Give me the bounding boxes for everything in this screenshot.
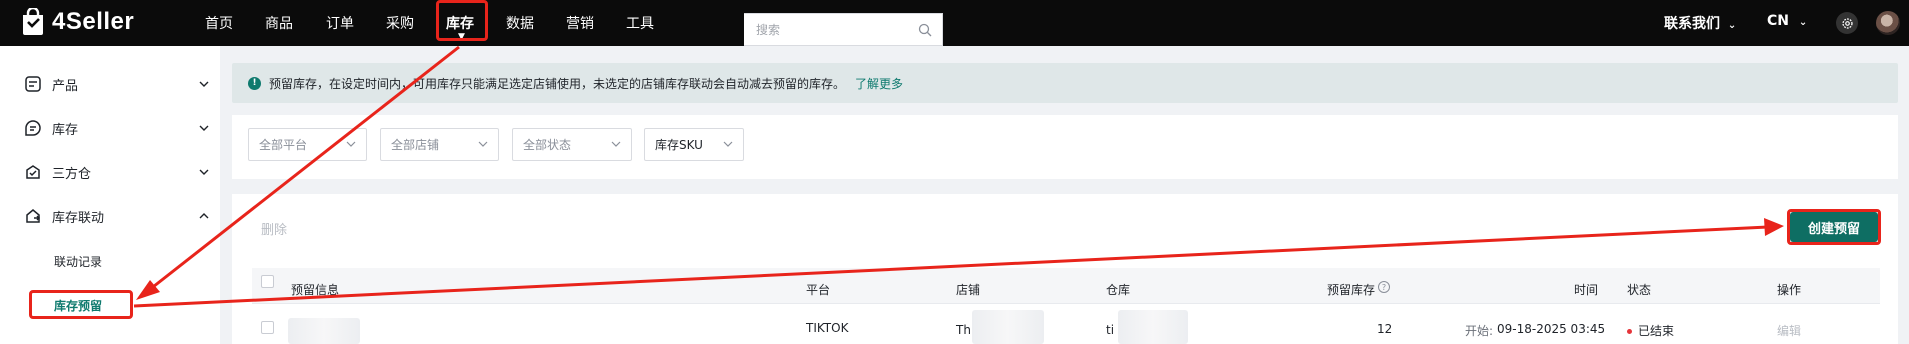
sku-type-select[interactable]: 库存SKU <box>644 128 744 161</box>
row-status-label: 已结束 <box>1638 324 1675 338</box>
annotation-highlight-sidebar-reservation <box>29 290 133 319</box>
sidebar-item-inventory-sync[interactable]: 库存联动 <box>24 204 210 228</box>
warehouse-icon <box>26 165 40 179</box>
column-header-actions: 操作 <box>1777 283 1802 297</box>
inventory-icon <box>25 120 41 136</box>
sidebar-item-label: 三方仓 <box>52 166 92 182</box>
user-avatar[interactable] <box>1876 11 1900 35</box>
info-notice: ! 预留库存，在设定时间内，可用库存只能满足选定店铺使用，未选定的店铺库存联动会… <box>232 63 1898 103</box>
chevron-down-icon: ⌄ <box>1798 17 1808 28</box>
annotation-highlight-create-button <box>1787 209 1881 245</box>
nav-products[interactable]: 商品 <box>265 13 293 33</box>
chevron-down-icon <box>199 169 209 175</box>
brand-name: 4Seller <box>52 8 135 35</box>
sync-icon <box>26 209 40 223</box>
sidebar-item-label: 库存联动 <box>52 210 105 226</box>
nav-data[interactable]: 数据 <box>506 13 534 33</box>
platform-select[interactable]: 全部平台 <box>248 128 367 161</box>
nav-orders[interactable]: 订单 <box>326 13 354 33</box>
select-all-checkbox[interactable] <box>261 275 274 288</box>
row-start-time: 09-18-2025 03:45 <box>1497 322 1606 336</box>
column-header-reserved-stock: 预留库存 <box>1327 283 1376 297</box>
chevron-down-icon <box>199 81 209 87</box>
filter-bar: 全部平台 全部店铺 全部状态 库存SKU <box>232 115 1898 179</box>
delete-button[interactable]: 删除 <box>261 219 287 238</box>
notice-text: 预留库存，在设定时间内，可用库存只能满足选定店铺使用，未选定的店铺库存联动会自动… <box>269 76 846 91</box>
chevron-down-icon: ⌄ <box>1727 20 1737 31</box>
row-edit-link[interactable]: 编辑 <box>1777 322 1801 339</box>
info-icon: ! <box>248 76 261 90</box>
status-dot <box>1627 329 1632 334</box>
row-warehouse: ti <box>1106 323 1115 337</box>
sidebar-item-label: 产品 <box>52 78 79 94</box>
status-select-value: 全部状态 <box>523 138 572 152</box>
chevron-down-icon <box>346 141 356 147</box>
redacted-warehouse-name <box>1118 310 1188 344</box>
redacted-reservation-info <box>288 318 360 344</box>
search-input[interactable] <box>756 22 906 37</box>
help-circle-icon[interactable]: ? <box>1378 281 1390 293</box>
sidebar-item-label: 库存 <box>52 122 79 138</box>
column-header-warehouse: 仓库 <box>1106 283 1131 297</box>
top-nav-bar: 4Seller 首页 商品 订单 采购 库存 ▼ 数据 营销 工具 联系我们 ⌄… <box>0 0 1909 46</box>
settings-button[interactable] <box>1836 12 1858 34</box>
column-header-platform: 平台 <box>806 283 831 297</box>
gear-icon <box>1841 17 1853 29</box>
learn-more-link[interactable]: 了解更多 <box>855 75 903 92</box>
column-header-store: 店铺 <box>956 283 981 297</box>
chevron-down-icon <box>199 125 209 131</box>
sidebar-item-inventory[interactable]: 库存 <box>24 116 210 140</box>
row-reserved-stock: 12 <box>1377 322 1393 336</box>
contact-us-menu[interactable]: 联系我们 ⌄ <box>1664 13 1736 33</box>
nav-marketing[interactable]: 营销 <box>566 13 594 33</box>
search-icon[interactable] <box>918 23 932 37</box>
product-icon <box>25 76 41 92</box>
sidebar-item-third-party-warehouse[interactable]: 三方仓 <box>24 160 210 184</box>
column-header-info: 预留信息 <box>291 283 340 297</box>
nav-purchase[interactable]: 采购 <box>386 13 414 33</box>
sidebar-sub-item-sync-records[interactable]: 联动记录 <box>54 253 102 270</box>
status-select[interactable]: 全部状态 <box>512 128 632 161</box>
redacted-store-name <box>972 310 1044 344</box>
sidebar-item-products[interactable]: 产品 <box>24 72 210 96</box>
platform-select-value: 全部平台 <box>259 138 308 152</box>
language-menu[interactable]: CN ⌄ <box>1767 13 1807 29</box>
logo-bag-icon <box>23 8 43 35</box>
brand-logo[interactable]: 4Seller <box>20 8 134 36</box>
nav-home[interactable]: 首页 <box>205 13 233 33</box>
chevron-down-icon <box>478 141 488 147</box>
nav-tools[interactable]: 工具 <box>626 13 654 33</box>
store-select[interactable]: 全部店铺 <box>380 128 499 161</box>
annotation-highlight-nav-inventory <box>436 0 488 41</box>
row-platform: TIKTOK <box>806 321 849 335</box>
sku-type-select-value: 库存SKU <box>655 138 703 152</box>
language-label: CN <box>1767 13 1789 29</box>
row-status: 已结束 <box>1627 322 1674 339</box>
row-store: Th <box>956 323 971 337</box>
search-field <box>744 13 943 46</box>
store-select-value: 全部店铺 <box>391 138 440 152</box>
chevron-down-icon <box>611 141 621 147</box>
column-header-time: 时间 <box>1574 283 1599 297</box>
chevron-up-icon <box>199 213 209 219</box>
contact-us-label: 联系我们 <box>1664 16 1720 32</box>
chevron-down-icon <box>723 141 733 147</box>
row-start-label: 开始: <box>1465 324 1494 338</box>
column-header-status: 状态 <box>1627 283 1652 297</box>
row-checkbox[interactable] <box>261 321 274 334</box>
